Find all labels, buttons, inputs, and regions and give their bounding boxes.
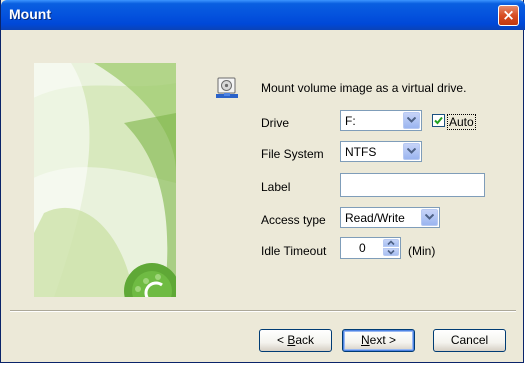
file-system-label: File System	[261, 147, 324, 161]
back-button-label: ack	[295, 333, 315, 347]
volume-label-label: Label	[261, 180, 291, 194]
cancel-button[interactable]: Cancel	[433, 329, 506, 352]
drive-select[interactable]: F:	[340, 110, 422, 131]
drive-label: Drive	[261, 116, 290, 130]
access-type-label: Access type	[261, 213, 326, 227]
window-title: Mount	[9, 6, 51, 22]
mount-dialog: Mount × Mount volume image as a virtual …	[0, 0, 525, 363]
close-button[interactable]: ×	[498, 5, 519, 26]
next-button-label: ext >	[369, 333, 397, 347]
access-type-select-value: Read/Write	[345, 211, 405, 225]
spin-down-button[interactable]	[383, 248, 399, 256]
file-system-select[interactable]: NTFS	[340, 141, 422, 162]
volume-label-input[interactable]	[340, 173, 485, 197]
access-type-select[interactable]: Read/Write	[340, 207, 440, 228]
next-button[interactable]: Next >	[342, 329, 415, 352]
back-button[interactable]: < Back	[259, 329, 332, 352]
auto-checkbox-label[interactable]: Auto	[447, 114, 476, 130]
disk-drive-icon	[216, 77, 238, 101]
chevron-down-icon[interactable]	[421, 209, 438, 226]
close-icon: ×	[502, 6, 515, 24]
title-bar[interactable]: Mount ×	[1, 0, 525, 30]
file-system-select-value: NTFS	[345, 145, 377, 159]
separator	[10, 310, 516, 312]
back-button-prefix: <	[276, 333, 288, 347]
drive-select-value: F:	[345, 114, 356, 128]
dialog-heading: Mount volume image as a virtual drive.	[261, 81, 467, 95]
idle-timeout-value: 0	[359, 241, 366, 255]
auto-checkbox[interactable]	[432, 114, 445, 127]
idle-timeout-label: Idle Timeout	[261, 244, 327, 258]
chevron-down-icon[interactable]	[403, 112, 420, 129]
chevron-down-icon[interactable]	[403, 143, 420, 160]
idle-timeout-spinner[interactable]: 0	[340, 237, 401, 259]
next-button-mnemonic: N	[360, 333, 370, 347]
dialog-body: Mount volume image as a virtual drive. D…	[4, 30, 522, 360]
idle-timeout-unit: (Min)	[408, 244, 436, 258]
banner-image	[34, 63, 176, 297]
spin-up-button[interactable]	[383, 239, 399, 247]
